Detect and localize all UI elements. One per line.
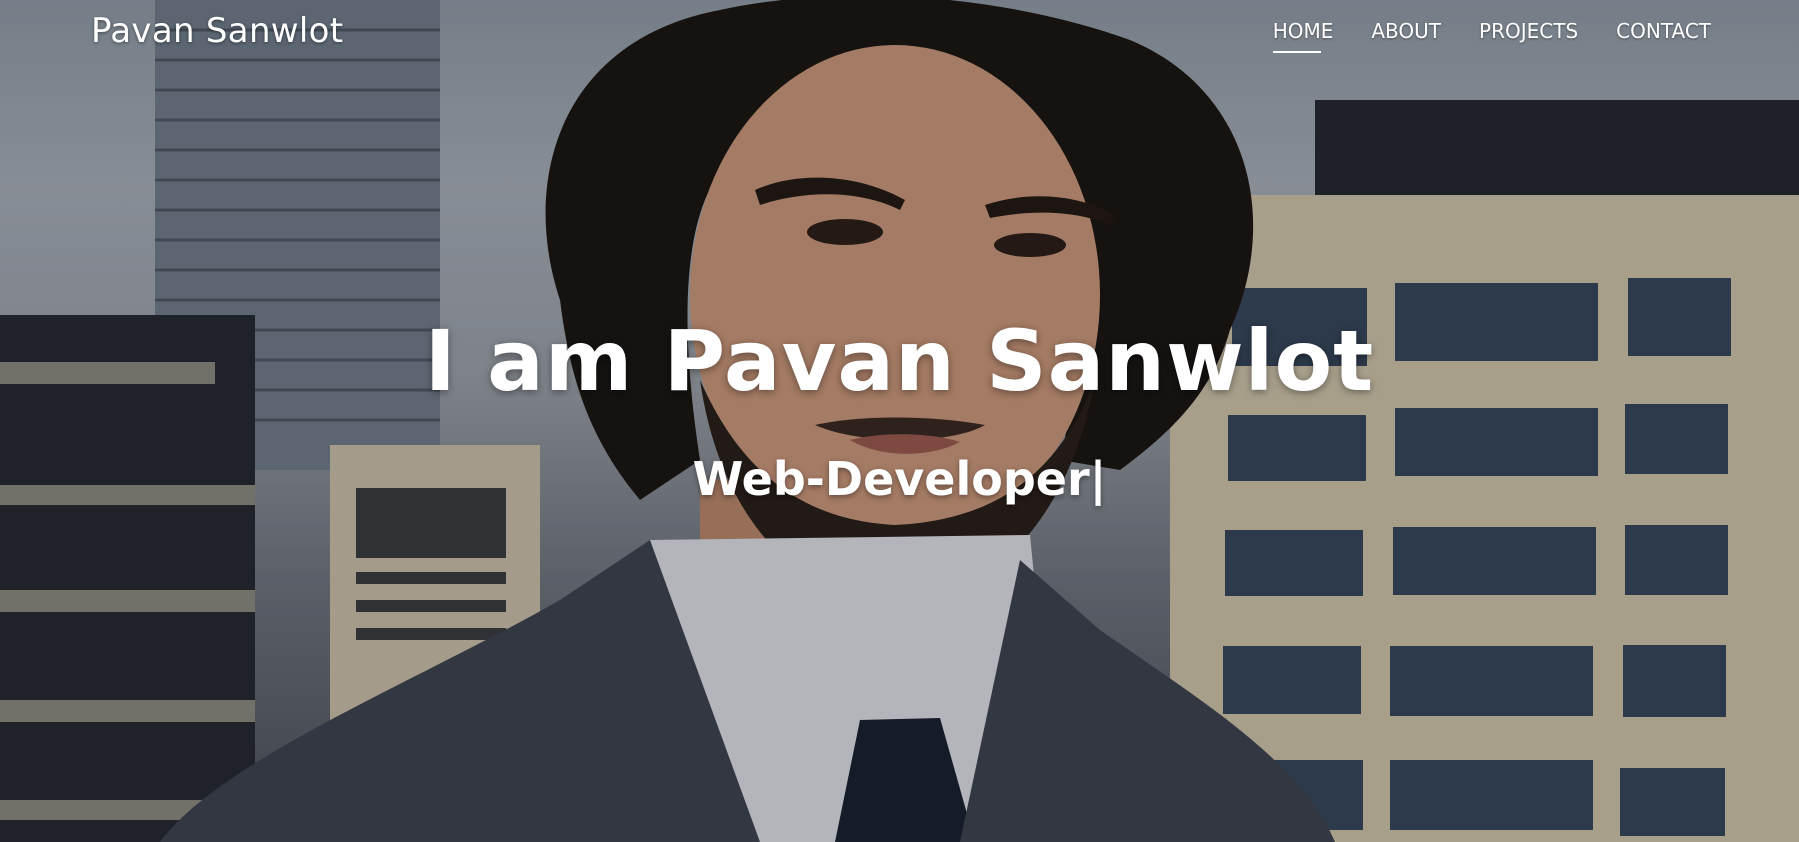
nav-link-projects[interactable]: PROJECTS bbox=[1479, 19, 1578, 43]
navbar: Pavan Sanwlot HOME ABOUT PROJECTS CONTAC… bbox=[0, 0, 1799, 62]
nav-link-home[interactable]: HOME bbox=[1272, 19, 1333, 53]
nav-link-contact[interactable]: CONTACT bbox=[1616, 19, 1711, 43]
hero-typed-role: Web-Developer| bbox=[692, 452, 1107, 506]
hero-section bbox=[0, 0, 1799, 842]
hero-dark-overlay bbox=[0, 0, 1799, 842]
nav-links: HOME ABOUT PROJECTS CONTACT bbox=[1272, 19, 1711, 53]
nav-link-about[interactable]: ABOUT bbox=[1371, 19, 1441, 43]
hero-headline: I am Pavan Sanwlot bbox=[424, 312, 1375, 410]
site-brand[interactable]: Pavan Sanwlot bbox=[91, 11, 343, 51]
